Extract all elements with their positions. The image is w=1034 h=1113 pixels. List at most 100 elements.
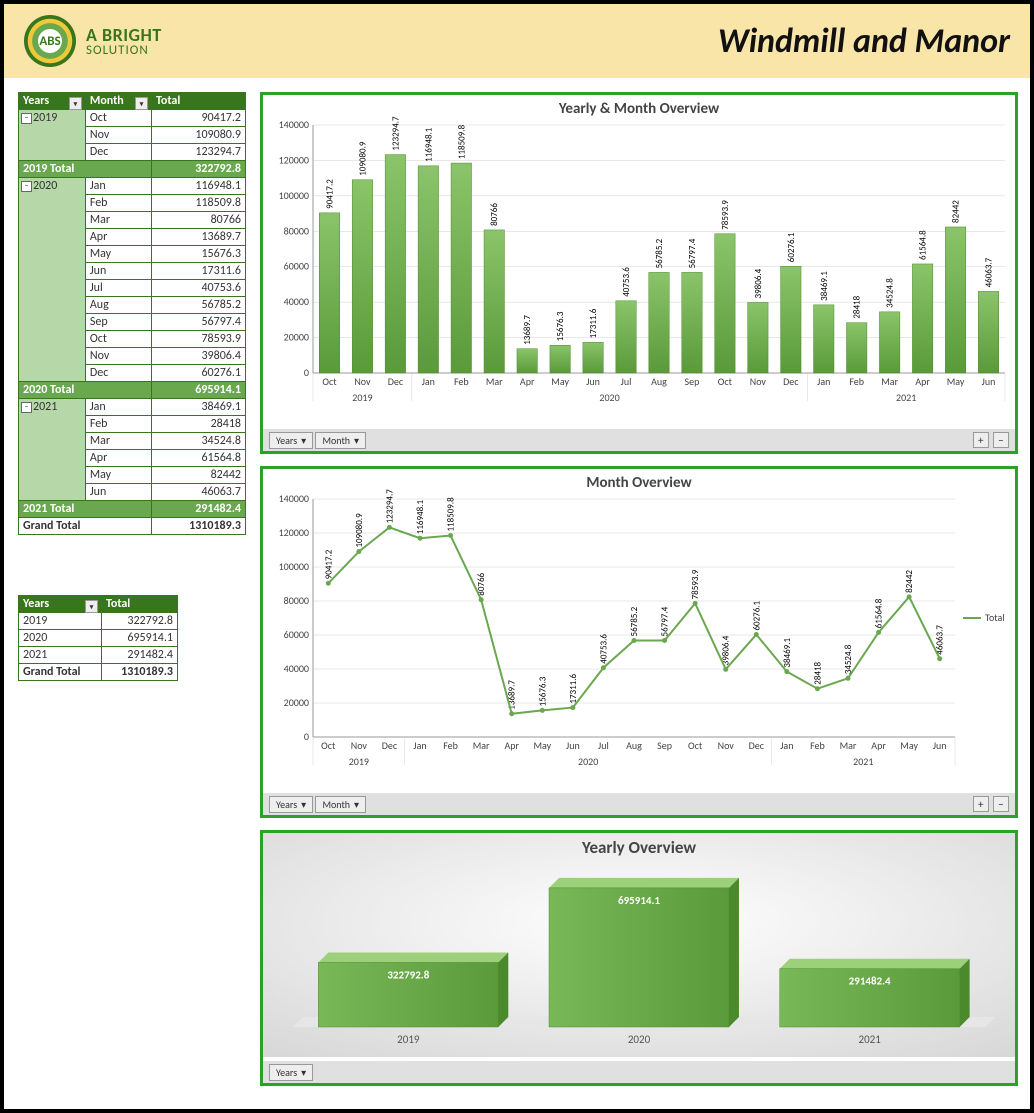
panel-yearly: Yearly Overview322792.82019695914.120202… — [260, 830, 1018, 1086]
svg-text:695914.1: 695914.1 — [618, 894, 660, 907]
svg-text:Sep: Sep — [657, 739, 672, 752]
pivot-header[interactable]: Total — [152, 93, 246, 110]
table-row[interactable]: 2019322792.8 — [19, 613, 178, 630]
svg-text:Jan: Jan — [817, 375, 830, 388]
svg-text:2019: 2019 — [352, 391, 372, 404]
svg-text:0: 0 — [304, 730, 309, 743]
svg-text:2020: 2020 — [599, 391, 619, 404]
svg-text:Mar: Mar — [486, 375, 503, 388]
brand-text: A BRIGHT SOLUTION — [86, 26, 162, 57]
svg-text:40000: 40000 — [284, 295, 309, 308]
collapse-icon[interactable]: − — [21, 113, 32, 124]
table-row[interactable]: −2019Oct90417.2 — [19, 110, 246, 127]
svg-text:2021: 2021 — [896, 391, 916, 404]
svg-text:Oct: Oct — [688, 739, 703, 752]
svg-text:2019: 2019 — [397, 1033, 420, 1046]
svg-text:120000: 120000 — [279, 153, 309, 166]
svg-text:Feb: Feb — [810, 739, 825, 752]
table-row[interactable]: 2021291482.4 — [19, 647, 178, 664]
svg-text:Dec: Dec — [382, 739, 398, 752]
svg-text:May: May — [533, 739, 551, 752]
svg-text:2019: 2019 — [349, 755, 369, 768]
filter-years-button[interactable]: Years ▾ — [269, 796, 313, 813]
expand-button[interactable]: + — [973, 796, 989, 812]
svg-text:78593.9: 78593.9 — [720, 200, 731, 230]
svg-text:Oct: Oct — [321, 739, 336, 752]
svg-text:Total: Total — [985, 611, 1005, 624]
pivot-header[interactable]: Years▾ — [19, 93, 86, 110]
svg-text:56785.2: 56785.2 — [629, 606, 640, 636]
summary-header[interactable]: Years▾ — [19, 596, 102, 613]
svg-text:17311.6: 17311.6 — [588, 308, 599, 338]
collapse-icon[interactable]: − — [21, 181, 32, 192]
svg-text:17311.6: 17311.6 — [568, 673, 579, 703]
svg-text:116948.1: 116948.1 — [415, 500, 426, 535]
svg-text:60000: 60000 — [284, 260, 309, 273]
svg-text:291482.4: 291482.4 — [849, 975, 891, 988]
pivot-year-total[interactable]: Years▾Total2019322792.82020695914.120212… — [18, 595, 178, 681]
svg-text:Yearly Overview: Yearly Overview — [581, 837, 696, 858]
line-chart: Month Overview02000040000600008000010000… — [263, 469, 1015, 789]
filter-month-button[interactable]: Month ▾ — [315, 796, 366, 813]
svg-text:322792.8: 322792.8 — [387, 968, 429, 981]
svg-text:118509.8: 118509.8 — [446, 497, 457, 532]
svg-text:Nov: Nov — [351, 739, 368, 752]
svg-text:78593.9: 78593.9 — [690, 569, 701, 599]
svg-text:Jun: Jun — [982, 375, 996, 388]
year-cell[interactable]: −2020 — [19, 178, 86, 382]
svg-text:56797.4: 56797.4 — [687, 238, 698, 268]
svg-text:109080.9: 109080.9 — [354, 513, 365, 548]
header-bar: ABS A BRIGHT SOLUTION Windmill and Manor — [4, 4, 1030, 78]
panel-line: Month Overview02000040000600008000010000… — [260, 466, 1018, 818]
collapse-button[interactable]: − — [993, 796, 1009, 812]
svg-text:39806.4: 39806.4 — [753, 268, 764, 298]
svg-text:140000: 140000 — [279, 118, 309, 131]
table-row[interactable]: −2020Jan116948.1 — [19, 178, 246, 195]
svg-text:90417.2: 90417.2 — [324, 179, 335, 209]
expand-button[interactable]: + — [973, 432, 989, 448]
collapse-button[interactable]: − — [993, 432, 1009, 448]
left-column: Years▾Month▾Total−2019Oct90417.2Nov10908… — [18, 92, 246, 1086]
filter-month-button[interactable]: Month ▾ — [315, 432, 366, 449]
svg-text:38469.1: 38469.1 — [782, 638, 793, 668]
svg-text:Aug: Aug — [626, 739, 642, 752]
svg-text:100000: 100000 — [279, 560, 309, 573]
svg-text:0: 0 — [304, 366, 309, 379]
svg-text:60000: 60000 — [284, 628, 309, 641]
page-title: Windmill and Manor — [718, 21, 1010, 62]
filter-years-button[interactable]: Years ▾ — [269, 432, 313, 449]
svg-text:Dec: Dec — [388, 375, 404, 388]
svg-text:123294.7: 123294.7 — [384, 489, 395, 524]
table-row[interactable]: −2021Jan38469.1 — [19, 399, 246, 416]
pivot-year-month[interactable]: Years▾Month▾Total−2019Oct90417.2Nov10908… — [18, 92, 246, 535]
dashboard-page: ABS A BRIGHT SOLUTION Windmill and Manor… — [0, 0, 1034, 1113]
svg-text:120000: 120000 — [279, 526, 309, 539]
svg-text:Jul: Jul — [598, 739, 609, 752]
svg-text:Apr: Apr — [915, 375, 930, 388]
year-cell[interactable]: −2021 — [19, 399, 86, 501]
yearly-bar-chart: Yearly Overview322792.82019695914.120202… — [263, 833, 1015, 1057]
summary-header[interactable]: Total — [101, 596, 177, 613]
panel-bar-footer: Years ▾ Month ▾ + − — [263, 429, 1015, 451]
grandtotal-row: Grand Total1310189.3 — [19, 518, 246, 535]
svg-text:56797.4: 56797.4 — [660, 606, 671, 636]
svg-text:20000: 20000 — [284, 331, 309, 344]
svg-text:Apr: Apr — [504, 739, 519, 752]
svg-text:40000: 40000 — [284, 662, 309, 675]
svg-text:123294.7: 123294.7 — [390, 116, 401, 151]
svg-text:46063.7: 46063.7 — [984, 257, 995, 287]
pivot-header[interactable]: Month▾ — [85, 93, 151, 110]
svg-text:Feb: Feb — [849, 375, 864, 388]
filter-years-button[interactable]: Years ▾ — [269, 1064, 313, 1081]
svg-text:40753.6: 40753.6 — [621, 267, 632, 297]
svg-text:15676.3: 15676.3 — [537, 676, 548, 706]
svg-text:Jun: Jun — [933, 739, 947, 752]
brand-line1: A BRIGHT — [86, 26, 162, 44]
year-cell[interactable]: −2019 — [19, 110, 86, 161]
table-row[interactable]: 2020695914.1 — [19, 630, 178, 647]
svg-text:May: May — [551, 375, 569, 388]
collapse-icon[interactable]: − — [21, 402, 32, 413]
svg-text:60276.1: 60276.1 — [786, 232, 797, 262]
svg-text:Jun: Jun — [566, 739, 580, 752]
svg-text:61564.8: 61564.8 — [874, 598, 885, 628]
